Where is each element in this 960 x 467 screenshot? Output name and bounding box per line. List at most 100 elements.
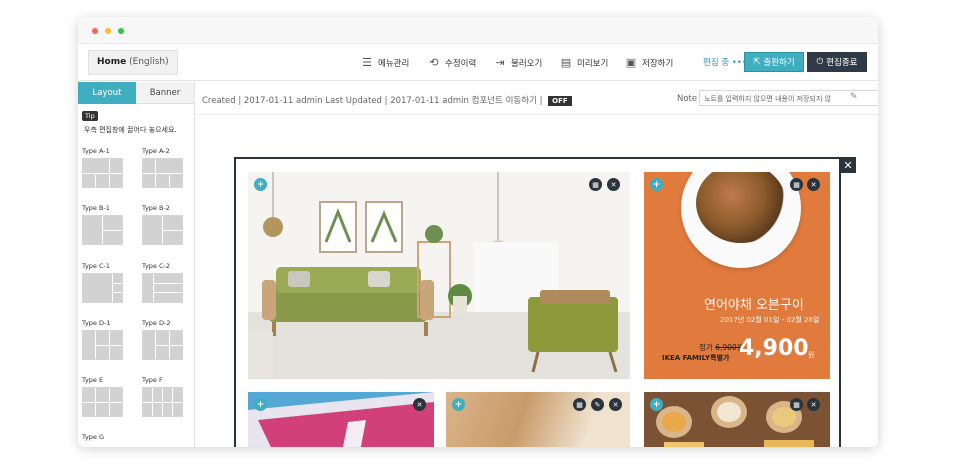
preview-icon: ▤ bbox=[560, 56, 572, 69]
edit-status: 편집 중 ••• bbox=[703, 58, 747, 68]
page-meta: Created | 2017-01-11 admin Last Updated … bbox=[202, 94, 572, 106]
publish-label: 출판하기 bbox=[763, 58, 795, 68]
minimize-window-dot[interactable] bbox=[105, 28, 111, 34]
layout-thumbnail bbox=[82, 215, 123, 245]
layout-thumbnail bbox=[82, 273, 123, 303]
layout-label: Type D-2 bbox=[142, 319, 171, 327]
component-edit-frame: + ▦ ✕ + ▦ ✕ 연어야채 오븐구이 2017년 02월 01일 - 02… bbox=[234, 157, 841, 447]
promo-price: 4,900 bbox=[739, 336, 809, 361]
layout-type-a-2[interactable]: Type A-2 bbox=[142, 147, 192, 188]
save-icon: ▣ bbox=[625, 56, 637, 69]
maximize-window-dot[interactable] bbox=[118, 28, 124, 34]
import-icon: ⇥ bbox=[495, 56, 505, 69]
exit-edit-label: 편집종료 bbox=[826, 58, 858, 68]
editor-window: Home (English) ☰ 메뉴관리 ⟲ 수정이력 ⇥ 불러오기 ▤ 미리… bbox=[78, 17, 878, 447]
layout-label: Type A-2 bbox=[142, 147, 170, 155]
layout-label: Type E bbox=[82, 376, 104, 384]
page-info-bar: Created | 2017-01-11 admin Last Updated … bbox=[196, 82, 878, 115]
spoons-image-tile[interactable]: + ▦ ✕ bbox=[644, 392, 830, 447]
menu-manage-button[interactable]: ☰ 메뉴관리 bbox=[361, 56, 409, 69]
edit-icon[interactable]: ✎ bbox=[591, 398, 604, 411]
layout-type-e[interactable]: Type E bbox=[82, 376, 132, 417]
layout-label: Type D-1 bbox=[82, 319, 111, 327]
promo-currency: 원 bbox=[808, 351, 815, 359]
layout-sidebar: Layout Banner Tip 우측 편집창에 끌어다 놓으세요. Type… bbox=[78, 82, 195, 447]
regular-price: 정가 6,900원 bbox=[699, 342, 744, 353]
frame-close-icon[interactable]: ✕ bbox=[840, 157, 856, 173]
close-icon[interactable]: ✕ bbox=[807, 398, 820, 411]
regular-price-label: 정가 bbox=[699, 343, 713, 352]
grid-icon[interactable]: ▦ bbox=[790, 398, 803, 411]
add-icon[interactable]: + bbox=[254, 398, 267, 411]
close-icon[interactable]: ✕ bbox=[807, 178, 820, 191]
layout-label: Type A-1 bbox=[82, 147, 110, 155]
layout-thumbnail bbox=[82, 158, 123, 188]
add-icon[interactable]: + bbox=[254, 178, 267, 191]
layout-label: Type G bbox=[82, 433, 105, 441]
preview-label: 미리보기 bbox=[577, 58, 609, 69]
layout-thumbnail bbox=[142, 330, 183, 360]
graphic-banner-tile[interactable]: + ✕ bbox=[248, 392, 434, 447]
layout-type-b-1[interactable]: Type B-1 bbox=[82, 204, 132, 245]
layout-thumbnail bbox=[142, 273, 183, 303]
add-icon[interactable]: + bbox=[452, 398, 465, 411]
import-button[interactable]: ⇥ 불러오기 bbox=[494, 56, 542, 69]
menu-manage-label: 메뉴관리 bbox=[378, 58, 410, 69]
close-icon[interactable]: ✕ bbox=[609, 398, 622, 411]
home-language: (English) bbox=[129, 57, 169, 67]
pencil-icon[interactable]: ✎ bbox=[850, 92, 858, 102]
layout-label: Type B-2 bbox=[142, 204, 170, 212]
power-icon: ⏻ bbox=[816, 57, 824, 67]
layout-type-a-1[interactable]: Type A-1 bbox=[82, 147, 132, 188]
add-icon[interactable]: + bbox=[650, 178, 663, 191]
food-plate-image bbox=[681, 172, 801, 268]
layout-type-c-2[interactable]: Type C-2 bbox=[142, 262, 192, 303]
layout-type-g[interactable]: Type G bbox=[82, 433, 132, 444]
title-bar bbox=[78, 17, 878, 44]
graphic-banner-image bbox=[248, 392, 434, 447]
grid-icon[interactable]: ▦ bbox=[790, 178, 803, 191]
close-window-dot[interactable] bbox=[92, 28, 98, 34]
exit-edit-button[interactable]: ⏻ 편집종료 bbox=[807, 52, 867, 72]
layout-thumbnail bbox=[142, 215, 183, 245]
history-icon: ⟲ bbox=[429, 56, 439, 69]
promo-banner-tile[interactable]: + ▦ ✕ 연어야채 오븐구이 2017년 02월 01일 - 02월 28일 … bbox=[644, 172, 830, 379]
grid-icon[interactable]: ▦ bbox=[589, 178, 602, 191]
layout-type-f[interactable]: Type F bbox=[142, 376, 192, 417]
layout-type-d-1[interactable]: Type D-1 bbox=[82, 319, 132, 360]
family-price-label: IKEA FAMILY특별가 bbox=[662, 354, 730, 362]
add-icon[interactable]: + bbox=[650, 398, 663, 411]
layout-label: Type F bbox=[142, 376, 163, 384]
menu-icon: ☰ bbox=[362, 56, 372, 69]
layout-thumbnail bbox=[142, 158, 183, 188]
created-updated-text: Created | 2017-01-11 admin Last Updated … bbox=[202, 96, 543, 106]
living-room-image-tile[interactable]: + ▦ ✕ bbox=[248, 172, 630, 379]
move-component-toggle[interactable]: OFF bbox=[548, 96, 572, 106]
layout-type-b-2[interactable]: Type B-2 bbox=[142, 204, 192, 245]
publish-button[interactable]: ⇱ 출판하기 bbox=[744, 52, 804, 72]
layout-label: Type C-2 bbox=[142, 262, 171, 270]
publish-icon: ⇱ bbox=[753, 57, 761, 67]
save-button[interactable]: ▣ 저장하기 bbox=[625, 56, 673, 69]
grid-icon[interactable]: ▦ bbox=[573, 398, 586, 411]
layout-thumbnail bbox=[82, 387, 123, 417]
close-icon[interactable]: ✕ bbox=[607, 178, 620, 191]
tip-text: 우측 편집창에 끌어다 놓으세요. bbox=[84, 126, 177, 134]
tab-layout[interactable]: Layout bbox=[78, 82, 136, 104]
layout-thumbnail bbox=[82, 330, 123, 360]
layout-label: Type C-1 bbox=[82, 262, 111, 270]
home-label: Home bbox=[97, 57, 127, 67]
tab-banner[interactable]: Banner bbox=[136, 82, 194, 104]
close-icon[interactable]: ✕ bbox=[413, 398, 426, 411]
layout-thumbnail bbox=[142, 387, 183, 417]
home-tab[interactable]: Home (English) bbox=[88, 50, 178, 75]
history-button[interactable]: ⟲ 수정이력 bbox=[428, 56, 476, 69]
tip-badge: Tip bbox=[82, 111, 98, 121]
layout-type-c-1[interactable]: Type C-1 bbox=[82, 262, 132, 303]
preview-button[interactable]: ▤ 미리보기 bbox=[560, 56, 608, 69]
layout-type-d-2[interactable]: Type D-2 bbox=[142, 319, 192, 360]
history-label: 수정이력 bbox=[445, 58, 477, 69]
save-label: 저장하기 bbox=[642, 58, 674, 69]
portrait-image-tile[interactable]: + ▦ ✎ ✕ bbox=[446, 392, 630, 447]
living-room-photo bbox=[248, 172, 630, 379]
